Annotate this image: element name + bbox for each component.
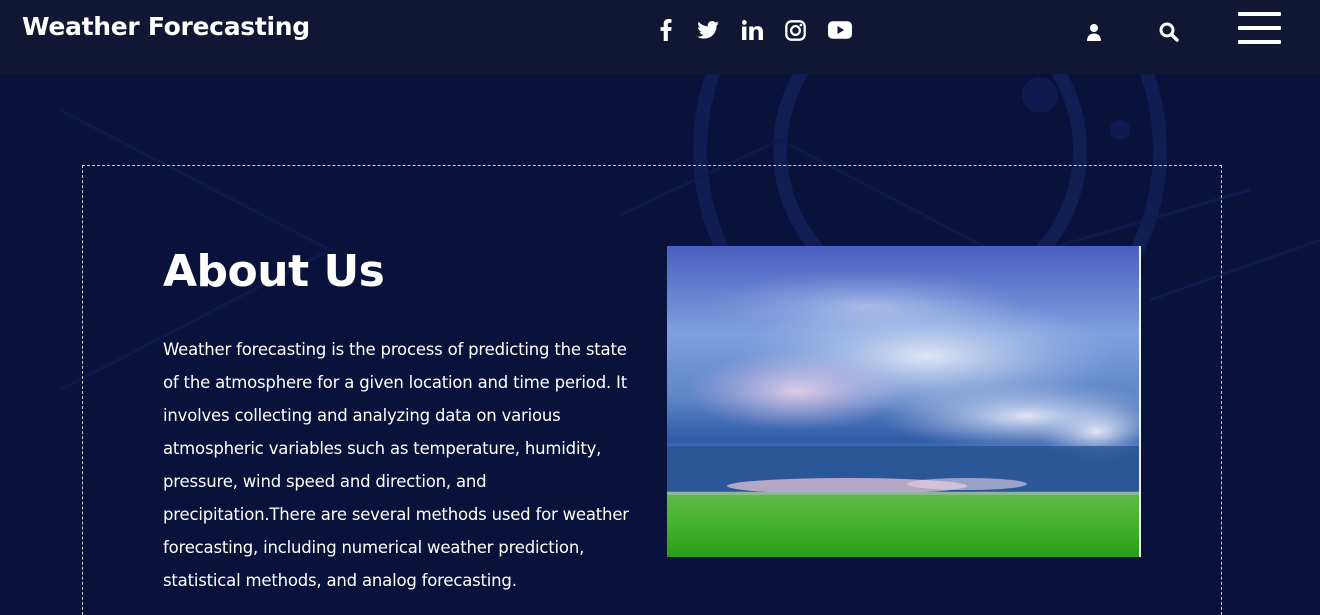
twitter-icon: [697, 21, 719, 39]
menu-button[interactable]: [1236, 10, 1282, 48]
instagram-link[interactable]: [781, 16, 809, 44]
user-button[interactable]: [1082, 20, 1106, 44]
top-navbar: Weather Forecasting: [0, 0, 1320, 74]
facebook-link[interactable]: [652, 16, 680, 44]
about-title: About Us: [163, 246, 385, 297]
facebook-icon: [660, 19, 672, 41]
brand-title[interactable]: Weather Forecasting: [22, 12, 310, 41]
search-icon: [1159, 22, 1179, 42]
search-button[interactable]: [1157, 20, 1181, 44]
youtube-icon: [828, 21, 852, 39]
weather-landscape-image: [667, 246, 1141, 557]
youtube-link[interactable]: [826, 16, 854, 44]
menu-icon: [1238, 12, 1281, 16]
storm-sky-photo: [667, 246, 1141, 557]
twitter-link[interactable]: [694, 16, 722, 44]
instagram-icon: [784, 19, 806, 41]
user-icon: [1087, 24, 1101, 41]
about-description: Weather forecasting is the process of pr…: [163, 340, 629, 590]
linkedin-icon: [741, 20, 763, 40]
linkedin-link[interactable]: [738, 16, 766, 44]
